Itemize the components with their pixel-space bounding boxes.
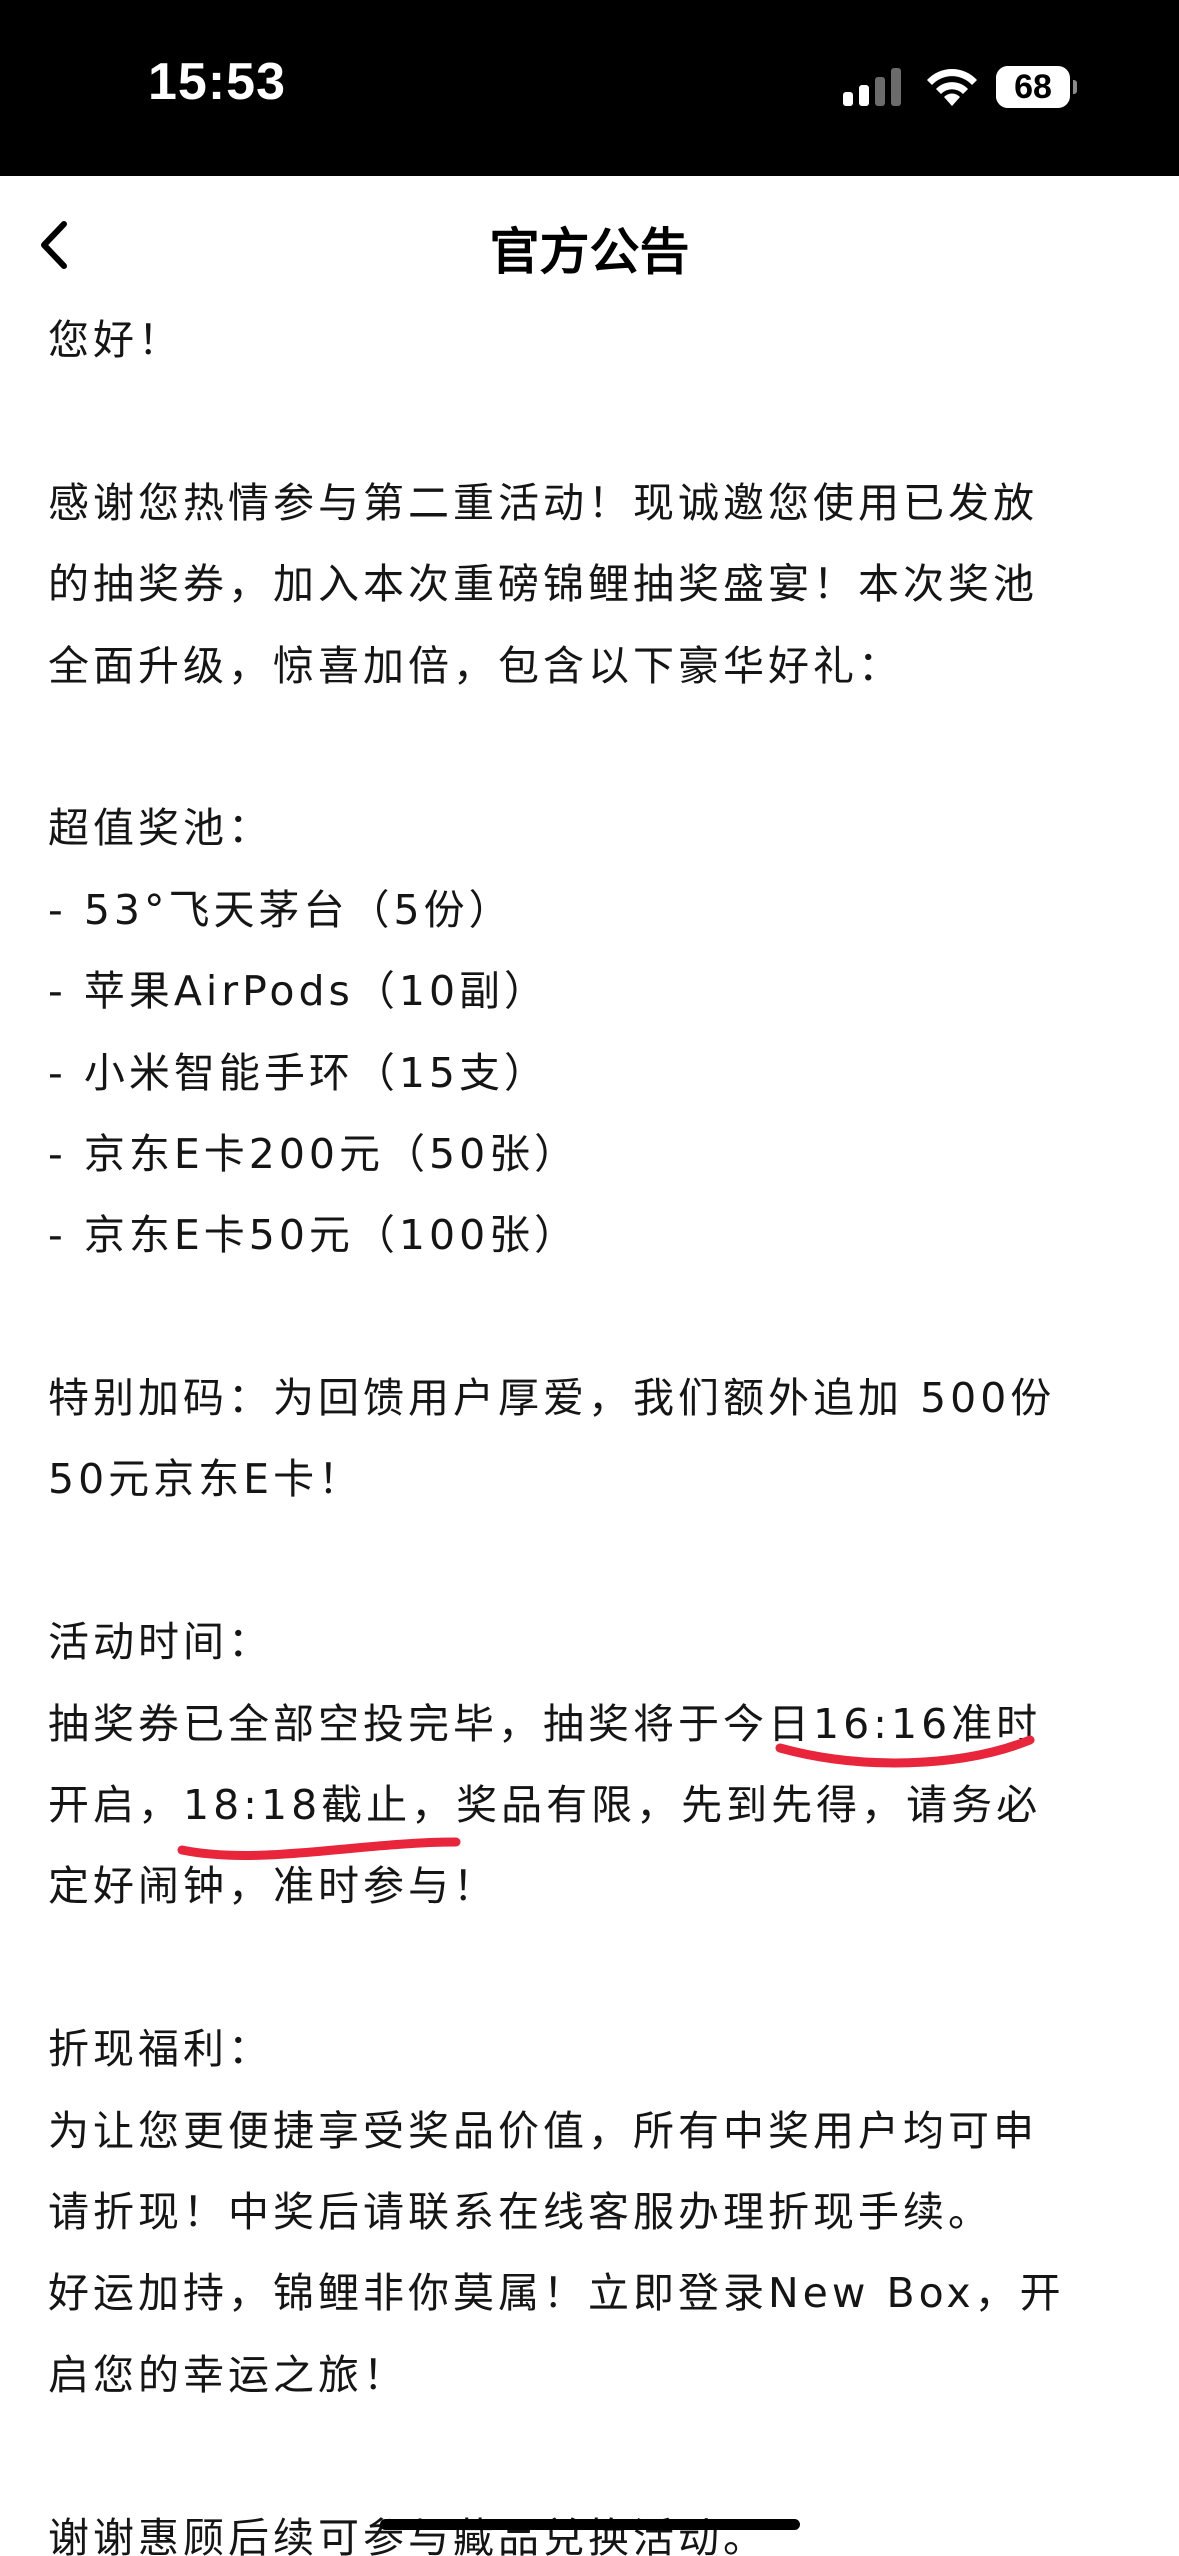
wifi-icon <box>927 69 977 106</box>
page-title: 官方公告 <box>489 223 690 281</box>
home-indicator[interactable] <box>380 2519 800 2530</box>
activity-time-heading: 活动时间： <box>48 1618 273 1667</box>
cash-welfare-line: 为让您更便捷享受奖品价值，所有中奖用户均可申 <box>48 2106 1038 2155</box>
intro-line: 感谢您热情参与第二重活动！现诚邀您使用已发放 <box>48 478 1038 527</box>
bonus-line: 特别加码：为回馈用户厚爱，我们额外追加 500份 <box>48 1374 1056 1423</box>
prize-item: - 53°飞天茅台（5份） <box>48 885 514 934</box>
cash-welfare-heading: 折现福利： <box>48 2025 273 2074</box>
cash-welfare-line: 请折现！中奖后请联系在线客服办理折现手续。 <box>48 2187 993 2236</box>
cash-welfare-line: 好运加持，锦鲤非你莫属！立即登录New Box，开 <box>48 2269 1065 2318</box>
battery-icon: 68 <box>996 66 1077 108</box>
prize-pool-heading: 超值奖池： <box>48 804 273 853</box>
cash-welfare-line: 启您的幸运之旅！ <box>48 2350 408 2399</box>
prize-item: - 京东E卡200元（50张） <box>48 1129 580 1178</box>
intro-line: 的抽奖券，加入本次重磅锦鲤抽奖盛宴！本次奖池 <box>48 560 1038 609</box>
nav-bar: 官方公告 <box>0 176 1179 316</box>
status-time: 15:53 <box>148 53 286 111</box>
activity-time-line: 开启，18:18截止，奖品有限，先到先得，请务必 <box>48 1781 1042 1830</box>
prize-item: - 小米智能手环（15支） <box>48 1048 549 1097</box>
prize-item: - 苹果AirPods（10副） <box>48 967 550 1016</box>
activity-time-line: 抽奖券已全部空投完毕，抽奖将于今日16:16准时 <box>48 1699 1042 1748</box>
greeting-text: 您好！ <box>48 316 183 364</box>
cellular-signal-icon <box>843 68 901 106</box>
activity-time-line: 定好闹钟，准时参与！ <box>48 1862 498 1911</box>
prize-item: - 京东E卡50元（100张） <box>48 1211 580 1260</box>
announcement-body: 您好！ 感谢您热情参与第二重活动！现诚邀您使用已发放 的抽奖券，加入本次重磅锦鲤… <box>48 300 1148 2556</box>
intro-line: 全面升级，惊喜加倍，包含以下豪华好礼： <box>48 641 903 690</box>
bonus-line: 50元京东E卡！ <box>48 1455 364 1504</box>
status-bar: 15:53 68 <box>0 0 1179 176</box>
battery-level-text: 68 <box>1014 68 1052 106</box>
